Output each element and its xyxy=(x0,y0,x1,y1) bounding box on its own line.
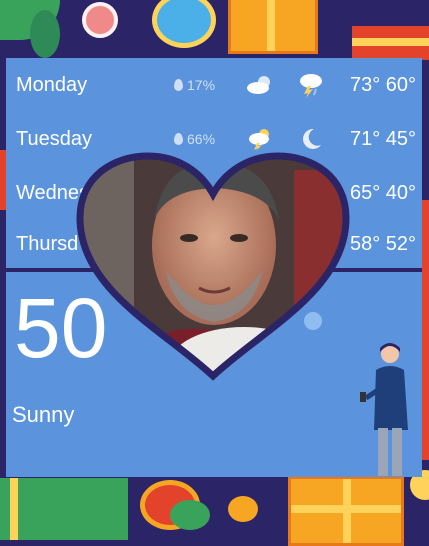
temp-range: 65° 40° xyxy=(349,181,416,204)
gift-box-decoration xyxy=(422,200,429,460)
current-condition: Sunny xyxy=(12,402,75,427)
precip-chance: 17% xyxy=(174,77,215,93)
gift-box-decoration xyxy=(228,0,318,54)
day-label: Monday xyxy=(16,73,88,96)
temp-range: 71° 45° xyxy=(349,127,416,150)
partly-cloudy-icon xyxy=(247,76,270,94)
heart-photo-frame xyxy=(76,152,350,381)
temp-range: 58° 52° xyxy=(349,232,416,255)
precip-chance: 66% xyxy=(174,131,215,147)
flower-decoration xyxy=(152,0,216,48)
gift-box-decoration xyxy=(352,26,429,60)
flower-decoration xyxy=(82,2,118,38)
flower-decoration xyxy=(228,496,258,522)
moon-icon xyxy=(303,128,321,149)
raindrop-icon xyxy=(174,133,183,145)
gift-box-decoration xyxy=(0,478,128,540)
leaf-decoration xyxy=(170,500,210,530)
forecast-row-monday[interactable]: Monday 17% 73° 60° xyxy=(6,58,422,112)
thunderstorm-icon xyxy=(300,74,322,98)
raindrop-icon xyxy=(174,79,183,91)
temp-range: 73° 60° xyxy=(349,73,416,96)
leaf-decoration xyxy=(30,10,60,58)
day-label: Thursd xyxy=(16,232,79,255)
person-with-phone-illustration xyxy=(360,343,408,476)
day-label: Tuesday xyxy=(16,127,92,150)
thunderstorm-sun-icon xyxy=(249,129,269,151)
